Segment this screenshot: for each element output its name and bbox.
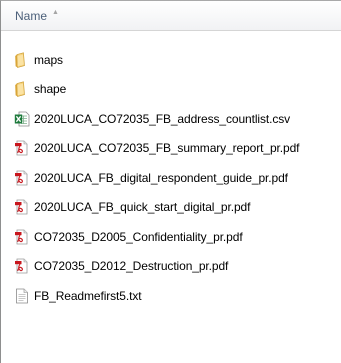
file-list-pane: Name ▲ maps shape 2020LUCA_CO72035_FB_addr… [0, 0, 341, 363]
file-list: maps shape 2020LUCA_CO72035_FB_address_cou… [1, 45, 341, 311]
file-name: FB_Readmefirst5.txt [34, 288, 142, 303]
text-file-icon [14, 288, 30, 304]
pdf-icon [14, 258, 30, 274]
pdf-icon [14, 140, 30, 156]
file-name: CO72035_D2005_Confidentiality_pr.pdf [34, 229, 243, 244]
file-row[interactable]: 2020LUCA_FB_quick_start_digital_pr.pdf [1, 193, 341, 223]
folder-icon [14, 52, 30, 68]
pdf-icon [14, 170, 30, 186]
file-name: 2020LUCA_FB_digital_respondent_guide_pr.… [34, 170, 288, 185]
sort-ascending-icon: ▲ [52, 9, 59, 16]
file-name: 2020LUCA_FB_quick_start_digital_pr.pdf [34, 200, 251, 215]
name-column-label: Name [15, 8, 48, 23]
file-row[interactable]: FB_Readmefirst5.txt [1, 281, 341, 311]
folder-row[interactable]: shape [1, 75, 341, 105]
file-name: maps [34, 52, 63, 67]
file-row[interactable]: CO72035_D2005_Confidentiality_pr.pdf [1, 222, 341, 252]
name-column-header[interactable]: Name ▲ [1, 1, 341, 31]
file-name: 2020LUCA_CO72035_FB_summary_report_pr.pd… [34, 141, 300, 156]
file-name: 2020LUCA_CO72035_FB_address_countlist.cs… [34, 111, 291, 126]
file-row[interactable]: CO72035_D2012_Destruction_pr.pdf [1, 252, 341, 282]
folder-icon [14, 81, 30, 98]
folder-row[interactable]: maps [1, 45, 341, 75]
pdf-icon [14, 199, 30, 215]
file-row[interactable]: 2020LUCA_FB_digital_respondent_guide_pr.… [1, 163, 341, 193]
file-row[interactable]: 2020LUCA_CO72035_FB_address_countlist.cs… [1, 104, 341, 134]
excel-csv-icon [14, 111, 30, 127]
file-name: shape [34, 82, 67, 97]
file-row[interactable]: 2020LUCA_CO72035_FB_summary_report_pr.pd… [1, 134, 341, 164]
pdf-icon [14, 229, 30, 245]
file-name: CO72035_D2012_Destruction_pr.pdf [34, 259, 229, 274]
